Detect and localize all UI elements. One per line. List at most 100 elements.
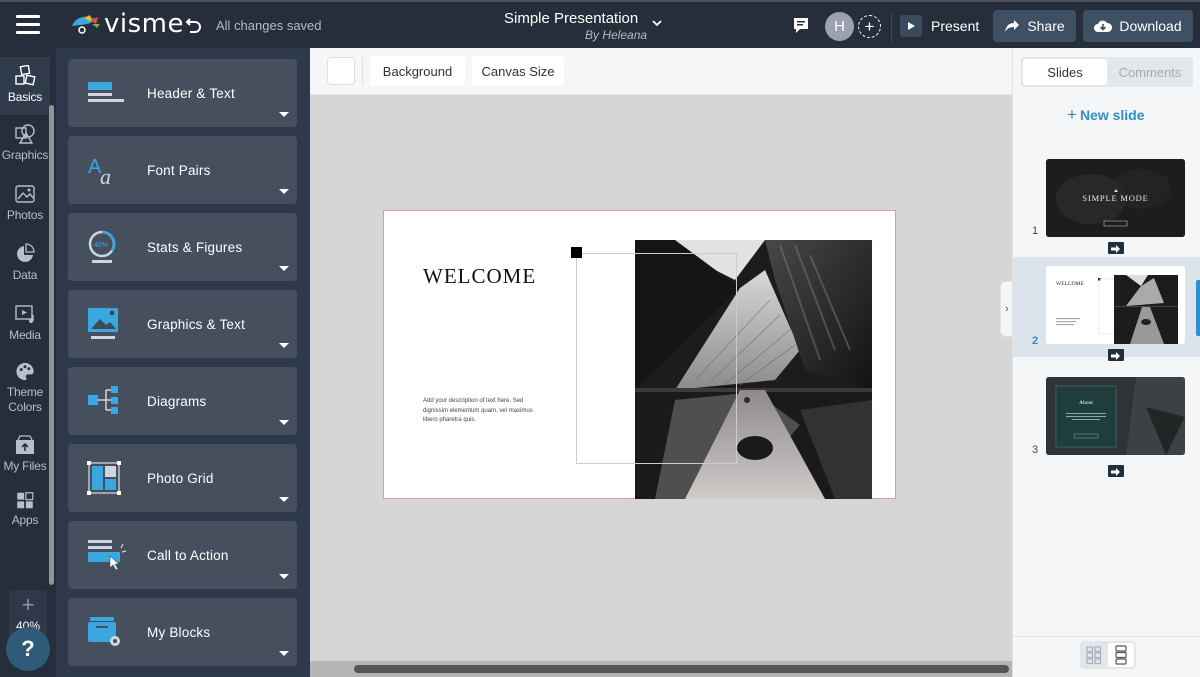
present-button[interactable]: Present bbox=[900, 14, 979, 38]
divider bbox=[891, 12, 892, 42]
slide-list-item: 3 About bbox=[1013, 368, 1200, 477]
share-label: Share bbox=[1027, 18, 1065, 34]
block-graphics-text[interactable]: Graphics & Text bbox=[68, 290, 297, 358]
comment-icon[interactable] bbox=[792, 16, 810, 34]
slide-list-item: 2 WELCOME bbox=[1013, 257, 1200, 361]
slide-thumbnail[interactable]: WELCOME bbox=[1046, 266, 1185, 344]
tab-slides[interactable]: Slides bbox=[1023, 59, 1107, 85]
list-view-icon bbox=[1115, 645, 1127, 665]
block-call-to-action[interactable]: Call to Action bbox=[68, 521, 297, 589]
rail-label: My Files bbox=[3, 459, 47, 473]
block-font-pairs[interactable]: A a Font Pairs bbox=[68, 136, 297, 204]
rail-scrollbar[interactable] bbox=[49, 105, 54, 585]
grid-view-button[interactable] bbox=[1082, 643, 1106, 667]
blocks-panel: Header & Text A a Font Pairs 40% Stats &… bbox=[56, 48, 310, 677]
rail-item-my-files[interactable]: My Files bbox=[0, 426, 50, 484]
rail-item-graphics[interactable]: Graphics bbox=[0, 115, 50, 173]
caret-down-icon bbox=[279, 651, 289, 656]
svg-text:About: About bbox=[1079, 400, 1093, 406]
new-slide-button[interactable]: + New slide bbox=[1067, 105, 1145, 125]
document-title[interactable]: Simple Presentation bbox=[504, 10, 638, 27]
slide-thumbnail[interactable]: SIMPLE MODE bbox=[1046, 159, 1185, 237]
rail-item-data[interactable]: Data bbox=[0, 235, 50, 293]
background-color-swatch[interactable] bbox=[327, 57, 355, 85]
transition-icon[interactable] bbox=[1108, 349, 1124, 361]
slide-thumbnail[interactable]: About bbox=[1046, 377, 1185, 455]
list-view-button[interactable] bbox=[1108, 643, 1134, 667]
download-button[interactable]: Download bbox=[1083, 10, 1193, 42]
panel-tabs: Slides Comments bbox=[1021, 57, 1193, 87]
block-label: Diagrams bbox=[147, 394, 207, 409]
slide-number: 1 bbox=[1032, 225, 1039, 237]
active-slide-indicator bbox=[1196, 280, 1200, 336]
svg-text:40%: 40% bbox=[94, 242, 108, 249]
slide-description[interactable]: Add your description of text here. Sed d… bbox=[423, 397, 538, 426]
shapes-icon bbox=[15, 124, 35, 144]
zoom-in-button[interactable]: + bbox=[22, 594, 35, 616]
diagram-icon bbox=[88, 386, 118, 414]
rail-item-media[interactable]: Media bbox=[0, 295, 50, 353]
call-to-action-icon bbox=[88, 540, 126, 571]
caret-down-icon bbox=[279, 574, 289, 579]
avatar[interactable]: H bbox=[825, 12, 854, 41]
thumbnail-art: WELCOME bbox=[1046, 266, 1185, 344]
plus-icon: + bbox=[1067, 105, 1077, 124]
canvas-area: WELCOME Add your description of text her… bbox=[310, 95, 1012, 661]
save-status: All changes saved bbox=[216, 18, 322, 33]
help-button[interactable]: ? bbox=[6, 627, 50, 671]
undo-icon[interactable] bbox=[184, 15, 204, 35]
rail-item-basics[interactable]: Basics bbox=[0, 57, 50, 115]
transition-icon[interactable] bbox=[1108, 465, 1124, 477]
block-stats-figures[interactable]: 40% Stats & Figures bbox=[68, 213, 297, 281]
share-button[interactable]: Share bbox=[993, 10, 1076, 42]
media-icon bbox=[15, 305, 34, 323]
canvas-toolbar: Background Canvas Size bbox=[310, 48, 1012, 95]
caret-down-icon bbox=[279, 112, 289, 117]
frame-accent-square[interactable] bbox=[571, 247, 582, 258]
block-label: Photo Grid bbox=[147, 471, 214, 486]
rail-item-photos[interactable]: Photos bbox=[0, 175, 50, 233]
block-header-text[interactable]: Header & Text bbox=[68, 59, 297, 127]
block-diagrams[interactable]: Diagrams bbox=[68, 367, 297, 435]
canvas-size-button[interactable]: Canvas Size bbox=[472, 56, 564, 86]
rail-label: Data bbox=[12, 268, 38, 282]
block-label: Header & Text bbox=[147, 86, 235, 101]
slide-canvas[interactable]: WELCOME Add your description of text her… bbox=[383, 210, 896, 499]
menu-icon[interactable] bbox=[16, 15, 40, 35]
cloud-download-icon bbox=[1094, 19, 1113, 33]
slide-heading[interactable]: WELCOME bbox=[423, 264, 536, 289]
present-label: Present bbox=[931, 18, 980, 34]
tab-comments[interactable]: Comments bbox=[1109, 59, 1191, 85]
scrollbar-thumb[interactable] bbox=[354, 665, 1009, 673]
svg-text:SIMPLE MODE: SIMPLE MODE bbox=[1082, 193, 1148, 203]
rail-item-theme-colors[interactable]: Theme Colors bbox=[0, 353, 50, 415]
caret-down-icon bbox=[279, 420, 289, 425]
horizontal-scrollbar[interactable] bbox=[310, 661, 1012, 677]
thumbnail-art: SIMPLE MODE bbox=[1046, 159, 1185, 237]
rail-label: Theme Colors bbox=[6, 385, 44, 414]
visme-logo[interactable]: visme bbox=[70, 11, 184, 37]
pie-chart-icon bbox=[17, 243, 35, 262]
chevron-down-icon[interactable] bbox=[650, 16, 664, 30]
caret-down-icon bbox=[279, 343, 289, 348]
arrow-right-icon bbox=[1111, 245, 1120, 253]
rail-label: Apps bbox=[11, 513, 39, 527]
transition-icon[interactable] bbox=[1108, 242, 1124, 254]
slide-list-item: 1 SIMPLE MODE bbox=[1013, 153, 1200, 254]
divider bbox=[362, 58, 363, 85]
download-label: Download bbox=[1119, 18, 1182, 34]
caret-down-icon bbox=[279, 189, 289, 194]
frame-outline[interactable] bbox=[576, 253, 737, 464]
photo-grid-icon bbox=[87, 461, 121, 495]
block-my-blocks[interactable]: My Blocks bbox=[68, 598, 297, 666]
rail-item-apps[interactable]: Apps bbox=[0, 483, 50, 527]
stats-icon: 40% bbox=[88, 230, 116, 263]
block-photo-grid[interactable]: Photo Grid bbox=[68, 444, 297, 512]
background-button[interactable]: Background bbox=[370, 56, 465, 86]
apps-grid-icon bbox=[17, 492, 34, 509]
caret-down-icon bbox=[279, 497, 289, 502]
photo-icon bbox=[15, 185, 35, 203]
add-collaborator-button[interactable]: + bbox=[858, 15, 881, 38]
block-label: Stats & Figures bbox=[147, 240, 243, 255]
thumbnail-art: About bbox=[1046, 377, 1185, 455]
